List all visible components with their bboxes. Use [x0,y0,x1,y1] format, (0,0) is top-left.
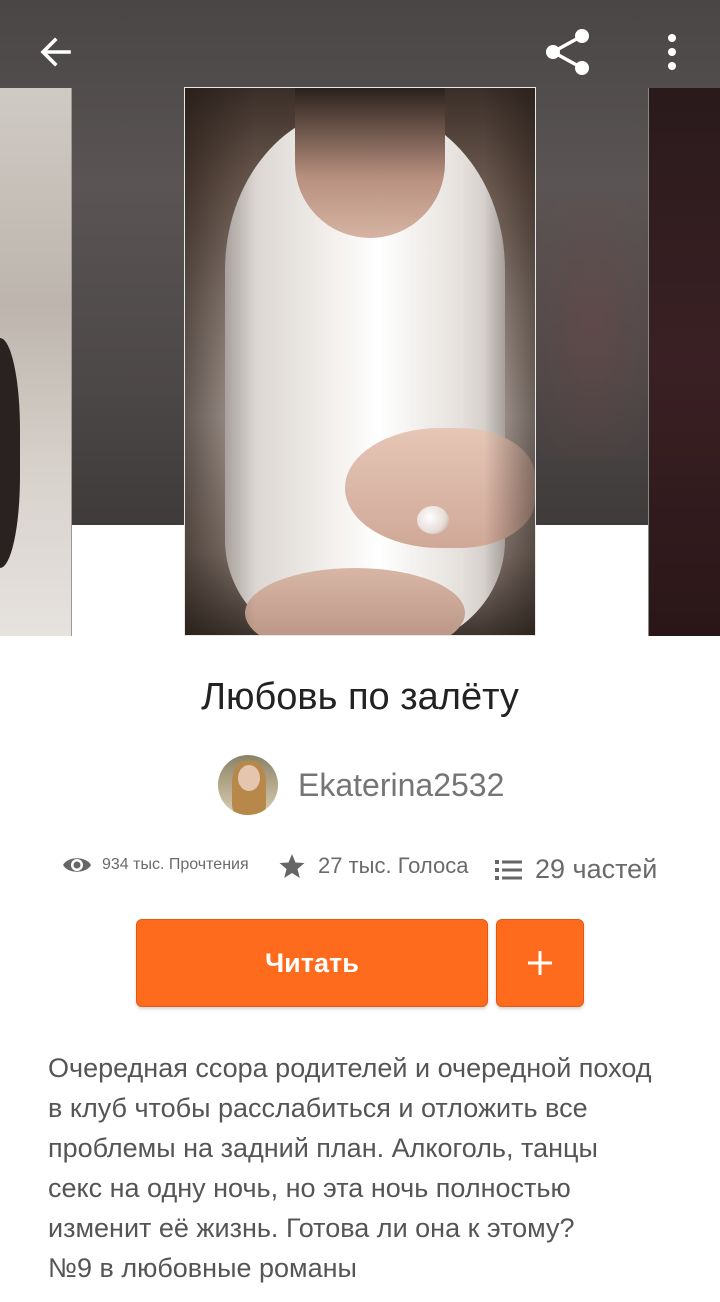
top-bar [0,0,720,104]
share-icon [546,29,589,75]
story-title: Любовь по залёту [201,676,519,718]
avatar[interactable] [218,755,278,815]
author-name[interactable]: Ekaterina2532 [298,767,504,804]
story-stats: 934 тыс. Прочтения 27 тыс. Голоса 29 час… [0,848,720,894]
cover-next-story[interactable] [648,88,720,636]
cover-previous-story[interactable]: iRa [0,88,72,636]
parts-count[interactable]: 29 частей [535,854,657,885]
votes-count: 27 тыс. Голоса [318,853,469,878]
plus-icon [528,951,552,975]
reads-count: 934 тыс. Прочтения [102,856,249,873]
arrow-left-icon [40,37,71,67]
star-icon [279,854,305,878]
reads-stat: 934 тыс. Прочтения [62,854,249,876]
votes-stat: 27 тыс. Голоса [278,852,468,880]
story-description: Очередная ссора родителей и очередной по… [48,1053,652,1283]
share-button[interactable] [532,20,604,84]
eye-icon [63,858,91,872]
more-vertical-icon [668,34,676,70]
read-button[interactable]: Читать [136,919,488,1007]
cover-current-story[interactable] [184,87,536,636]
list-icon [495,859,522,880]
add-to-library-button[interactable] [496,919,584,1007]
parts-stat[interactable]: 29 частей [495,854,657,885]
back-button[interactable] [20,24,92,80]
more-options-button[interactable] [650,24,694,80]
author-link[interactable]: Ekaterina2532 [218,754,504,816]
